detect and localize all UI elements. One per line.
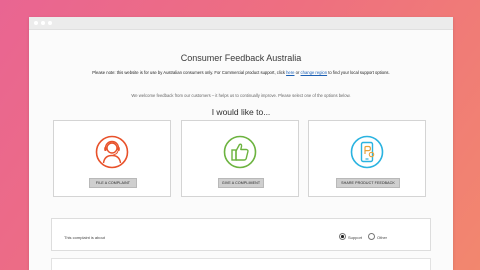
window-dot[interactable] [41,21,45,25]
support-radio-label[interactable]: Support [348,235,362,240]
complaint-type-label: This complaint is about [64,235,105,240]
give-compliment-card[interactable]: GIVE A COMPLIMENT [181,120,299,197]
other-radio[interactable] [368,233,375,240]
welcome-text: We welcome feedback from our customers –… [131,93,351,98]
share-product-feedback-button[interactable]: SHARE PRODUCT FEEDBACK [336,178,400,188]
share-product-feedback-card[interactable]: SHARE PRODUCT FEEDBACK [308,120,426,197]
give-compliment-button[interactable]: GIVE A COMPLIMENT [218,178,264,188]
change-region-link[interactable]: change region [301,70,328,75]
notice-text: to find your local support options. [327,70,390,75]
next-form-panel [51,258,431,270]
page-content: Consumer Feedback Australia Please note:… [29,30,453,270]
thumbs-up-icon [223,135,257,169]
support-radio[interactable] [339,233,346,240]
browser-window: Consumer Feedback Australia Please note:… [29,17,453,270]
window-dot[interactable] [48,21,52,25]
window-dot[interactable] [34,21,38,25]
file-complaint-card[interactable]: FILE A COMPLAINT [53,120,171,197]
file-complaint-button[interactable]: FILE A COMPLAINT [89,178,137,188]
complaint-type-panel: This complaint is about Support Other [51,218,431,251]
phone-feedback-icon [350,135,384,169]
notice-text: Please note: this website is for use by … [92,70,287,75]
window-titlebar [29,17,453,30]
region-notice: Please note: this website is for use by … [29,70,453,75]
options-heading: I would like to... [211,107,271,117]
other-radio-label[interactable]: Other [377,235,387,240]
headset-agent-icon [95,135,129,169]
page-title: Consumer Feedback Australia [180,53,302,63]
